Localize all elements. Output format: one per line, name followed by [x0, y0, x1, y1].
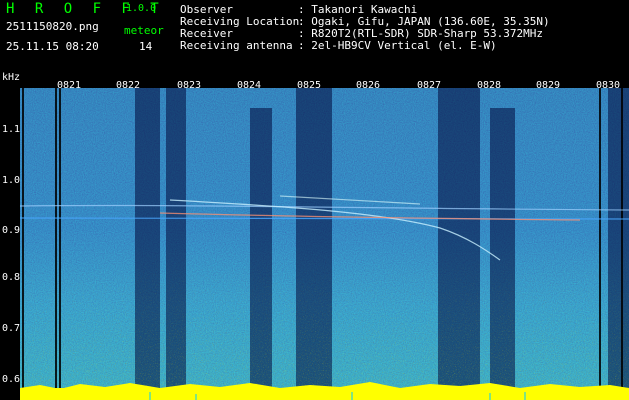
antenna-row: Receiving antenna : 2el-HB9CV Vertical (e… — [180, 40, 497, 52]
antenna-value: : 2el-HB9CV Vertical (el. E-W) — [298, 39, 497, 52]
y-tick-label: 0.8 — [2, 272, 21, 283]
spectrogram — [20, 88, 629, 400]
detection-count: 14 — [139, 40, 153, 53]
frequency-unit-label: kHz — [2, 72, 21, 83]
detection-label: meteor — [124, 24, 164, 37]
spectrogram-canvas — [20, 88, 629, 400]
antenna-key: Receiving antenna — [180, 39, 293, 52]
y-tick-label: 0.6 — [2, 374, 21, 385]
y-tick-label: 1.1 — [2, 124, 21, 135]
file-name: 2511150820.png — [6, 20, 99, 33]
y-tick-label: 0.9 — [2, 225, 21, 236]
signal-hotspots — [20, 88, 629, 400]
timestamp: 25.11.15 08:20 — [6, 40, 99, 53]
y-tick-label: 1.0 — [2, 175, 21, 186]
y-tick-label: 0.7 — [2, 323, 21, 334]
app-version: 1.0.0 — [126, 3, 157, 14]
